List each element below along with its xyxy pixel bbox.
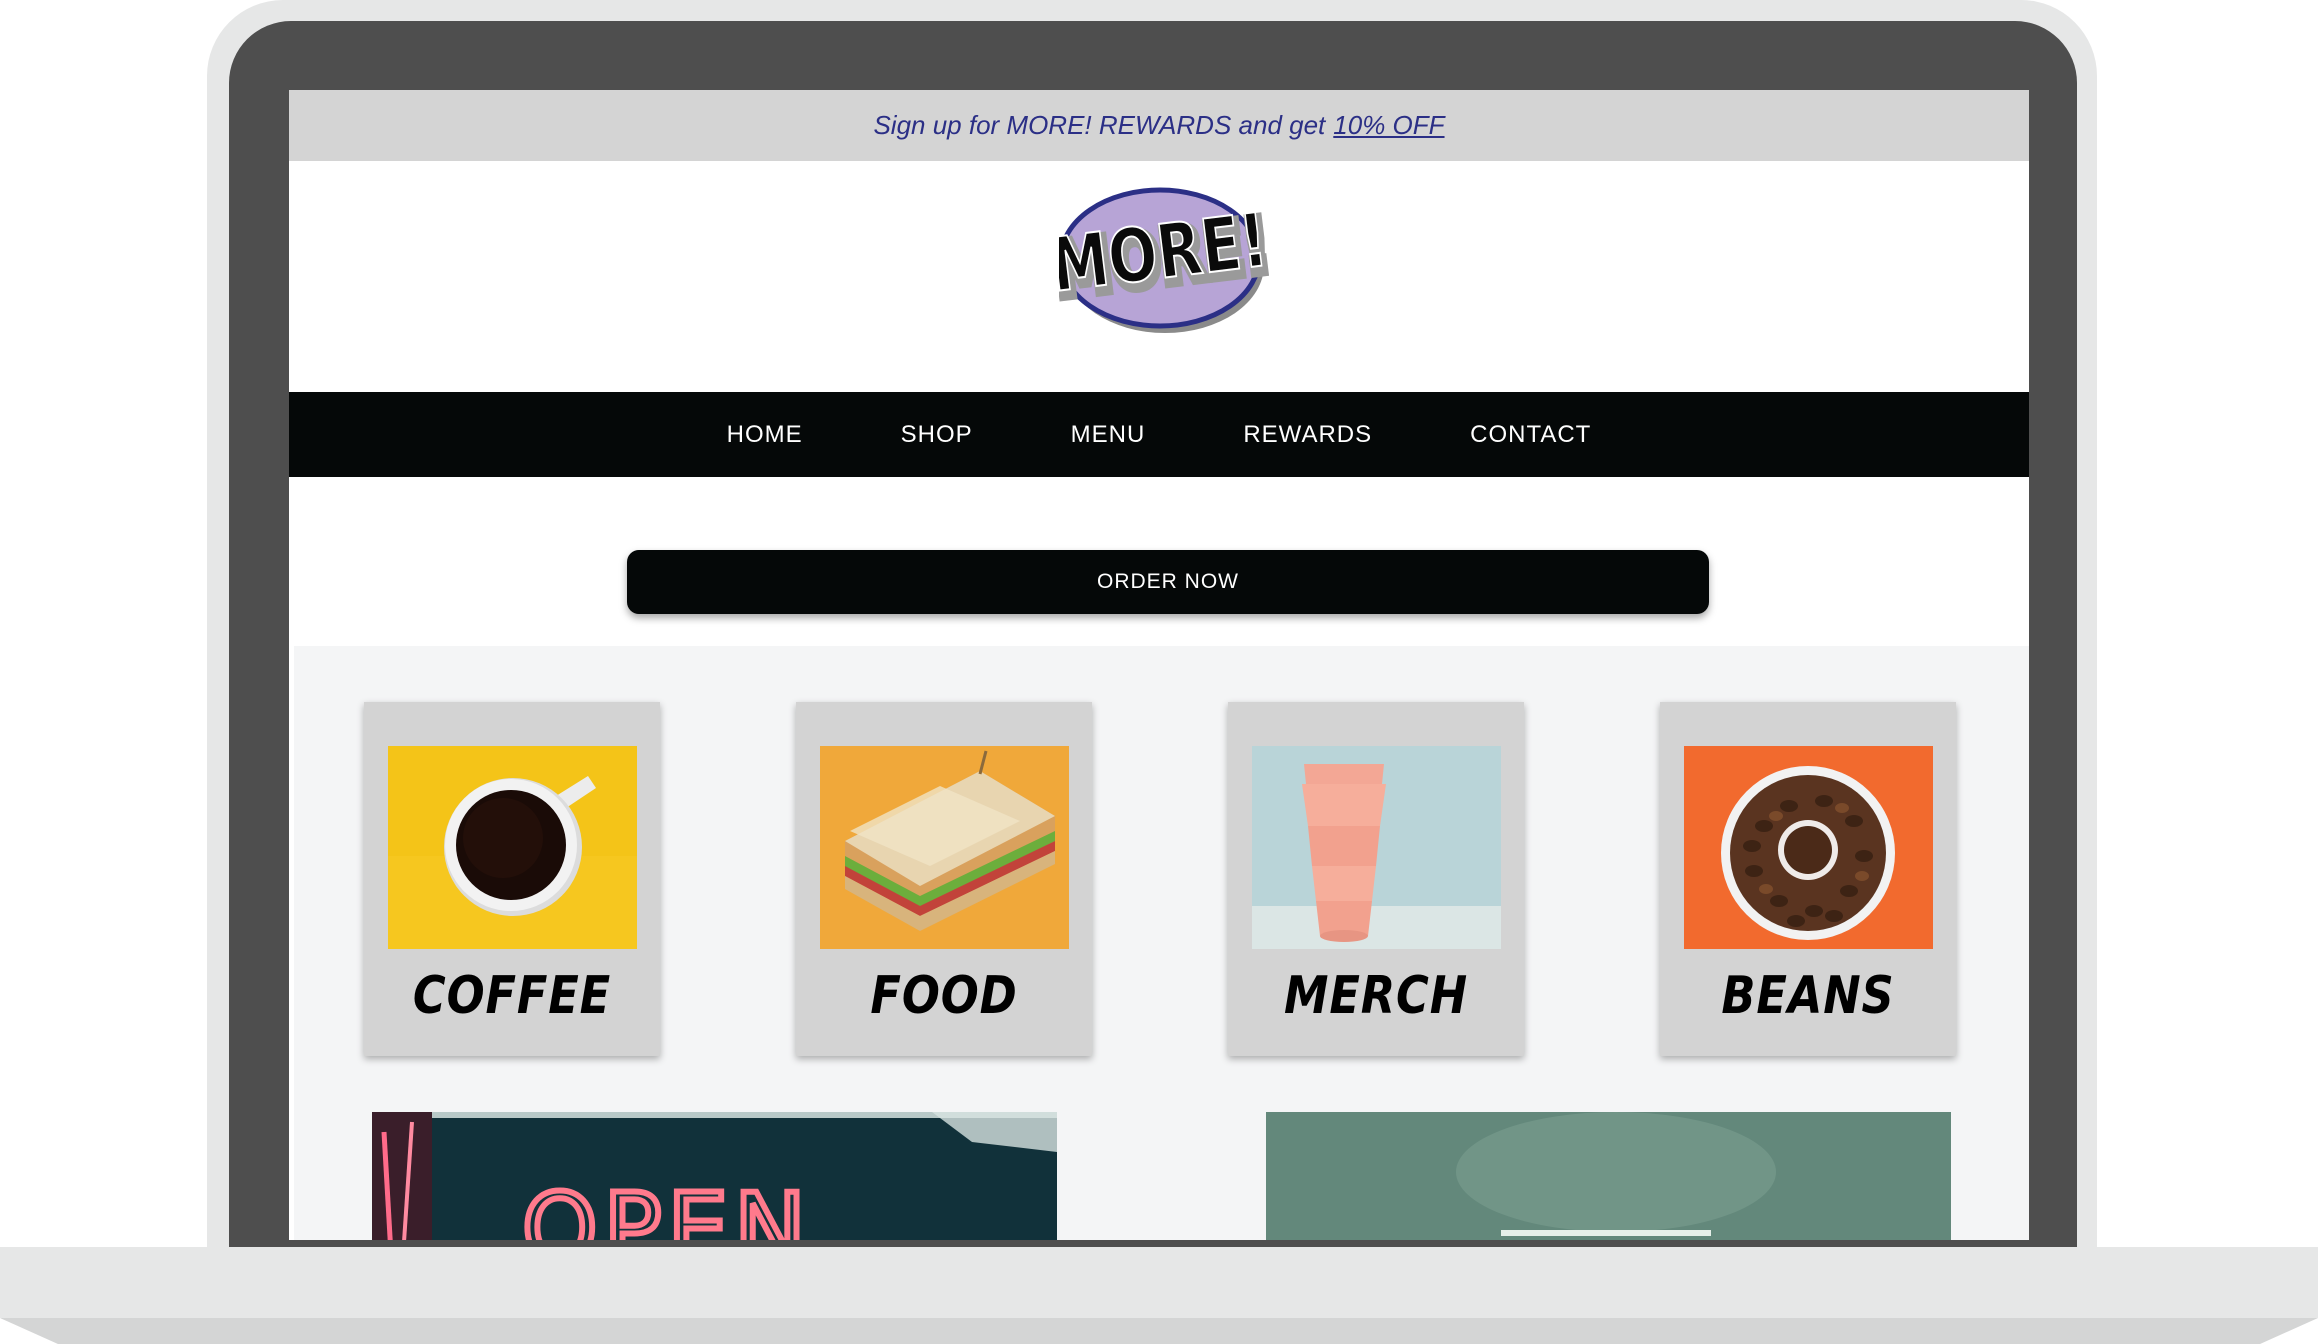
content-area: COFFEE FOOD MERCH BEANS OPEN: [294, 646, 2029, 1240]
green-wall-banner[interactable]: [1266, 1112, 1951, 1240]
nav-shop[interactable]: SHOP: [901, 421, 973, 449]
open-sign-banner[interactable]: OPEN: [372, 1112, 1057, 1240]
main-nav: HOME SHOP MENU REWARDS CONTACT: [289, 392, 2029, 477]
category-card-food[interactable]: FOOD: [796, 702, 1092, 1056]
category-label: COFFEE: [412, 966, 612, 1026]
category-card-beans[interactable]: BEANS: [1660, 702, 1956, 1056]
category-card-merch[interactable]: MERCH: [1228, 702, 1524, 1056]
promo-link[interactable]: 10% OFF: [1333, 110, 1444, 141]
promo-bar: Sign up for MORE! REWARDS and get 10% OF…: [289, 90, 2029, 161]
nav-contact[interactable]: CONTACT: [1470, 421, 1591, 449]
category-label: BEANS: [1721, 966, 1895, 1026]
coffee-beans-photo: [1684, 746, 1933, 949]
category-label: MERCH: [1283, 966, 1469, 1026]
promo-text: Sign up for MORE! REWARDS and get: [873, 110, 1326, 140]
laptop-screen: Sign up for MORE! REWARDS and get 10% OF…: [289, 90, 2029, 1240]
nav-menu[interactable]: MENU: [1071, 421, 1146, 449]
nav-home[interactable]: HOME: [727, 421, 803, 449]
category-card-coffee[interactable]: COFFEE: [364, 702, 660, 1056]
sandwich-photo: [820, 746, 1069, 949]
open-sign-text: OPEN: [522, 1173, 812, 1240]
order-now-button[interactable]: ORDER NOW: [627, 550, 1709, 614]
coffee-cup-photo: [388, 746, 637, 949]
brand-logo[interactable]: MORE! MORE!: [1045, 186, 1279, 336]
laptop-base-edge: [0, 1318, 2318, 1344]
laptop-base: [0, 1247, 2318, 1318]
category-label: FOOD: [870, 966, 1018, 1026]
nav-rewards[interactable]: REWARDS: [1243, 421, 1372, 449]
travel-cup-photo: [1252, 746, 1501, 949]
